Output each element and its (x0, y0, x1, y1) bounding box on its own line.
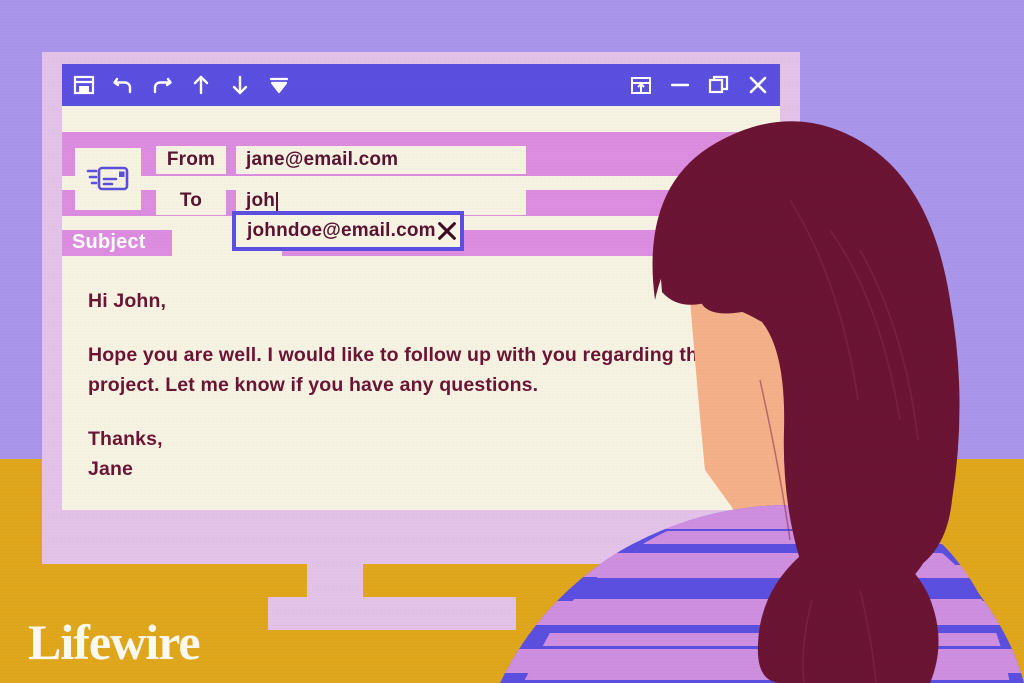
autocomplete-suggestion-text: johndoe@email.com (247, 220, 436, 241)
restore-window-icon[interactable] (629, 73, 653, 97)
toolbar-left-group (72, 73, 291, 97)
toolbar-separator-band (62, 106, 780, 132)
body-greeting: Hi John, (88, 290, 167, 312)
to-email-text: joh (246, 190, 276, 211)
email-body[interactable]: Hi John, Hope you are well. I would like… (88, 286, 748, 484)
minimize-icon[interactable] (668, 73, 692, 97)
envelope-icon (75, 148, 141, 210)
body-signoff: Thanks, (88, 428, 163, 450)
move-down-icon[interactable] (228, 73, 252, 97)
remove-x-icon[interactable] (436, 220, 458, 242)
toolbar-right-group (629, 73, 770, 97)
email-window-toolbar (62, 64, 780, 106)
to-field-label: To (156, 187, 226, 215)
field-row-divider-3 (62, 256, 780, 270)
close-icon[interactable] (746, 73, 770, 97)
redo-icon[interactable] (150, 73, 174, 97)
maximize-icon[interactable] (707, 73, 731, 97)
autocomplete-suggestion[interactable]: johndoe@email.com (232, 211, 464, 251)
from-field-label: From (156, 146, 226, 174)
monitor-screen: From jane@email.com To joh Subject johnd… (62, 64, 780, 510)
illustration-canvas: From jane@email.com To joh Subject johnd… (0, 0, 1024, 683)
move-up-icon[interactable] (189, 73, 213, 97)
body-signature: Jane (88, 458, 134, 480)
monitor-stand-base (268, 597, 516, 630)
save-icon[interactable] (72, 73, 96, 97)
text-cursor (276, 191, 279, 211)
undo-icon[interactable] (111, 73, 135, 97)
from-email-text: jane@email.com (246, 149, 399, 170)
body-paragraph: Hope you are well. I would like to follo… (88, 344, 710, 396)
subject-field-label: Subject (72, 230, 146, 253)
send-icon[interactable] (267, 73, 291, 97)
lifewire-logo: Lifewire (28, 614, 201, 670)
from-field-value[interactable]: jane@email.com (236, 146, 526, 174)
